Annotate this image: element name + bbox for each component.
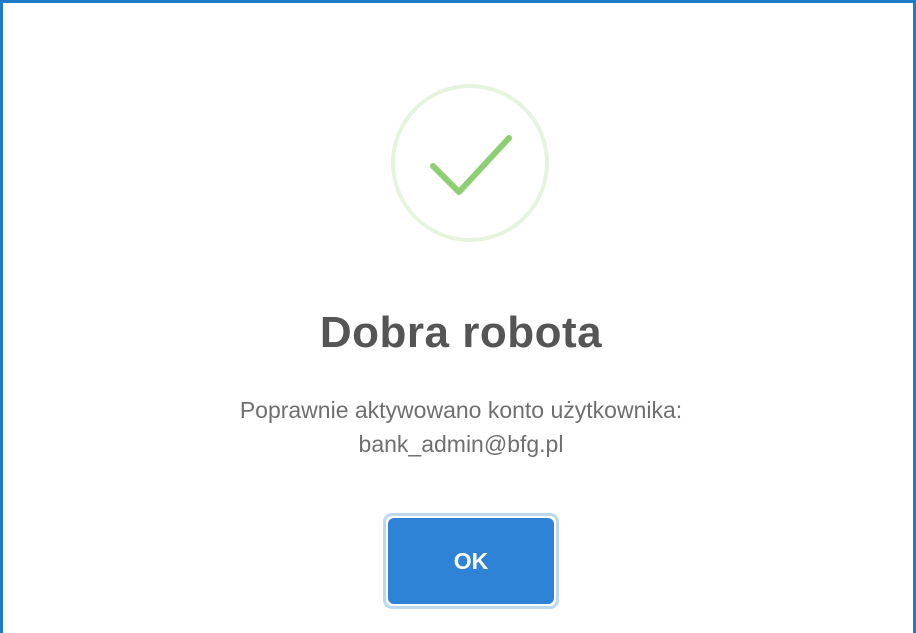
success-icon-ring [391, 84, 549, 242]
ok-button[interactable]: OK [388, 518, 554, 604]
message-line-1: Poprawnie aktywowano konto użytkownika: [239, 397, 683, 423]
check-icon [430, 135, 512, 195]
dialog-title: Dobra robota [319, 308, 603, 357]
dialog-message: Poprawnie aktywowano konto użytkownika: … [3, 393, 916, 461]
success-dialog: Dobra robota Poprawnie aktywowano konto … [0, 0, 916, 633]
message-line-2: bank_admin@bfg.pl [358, 431, 564, 457]
